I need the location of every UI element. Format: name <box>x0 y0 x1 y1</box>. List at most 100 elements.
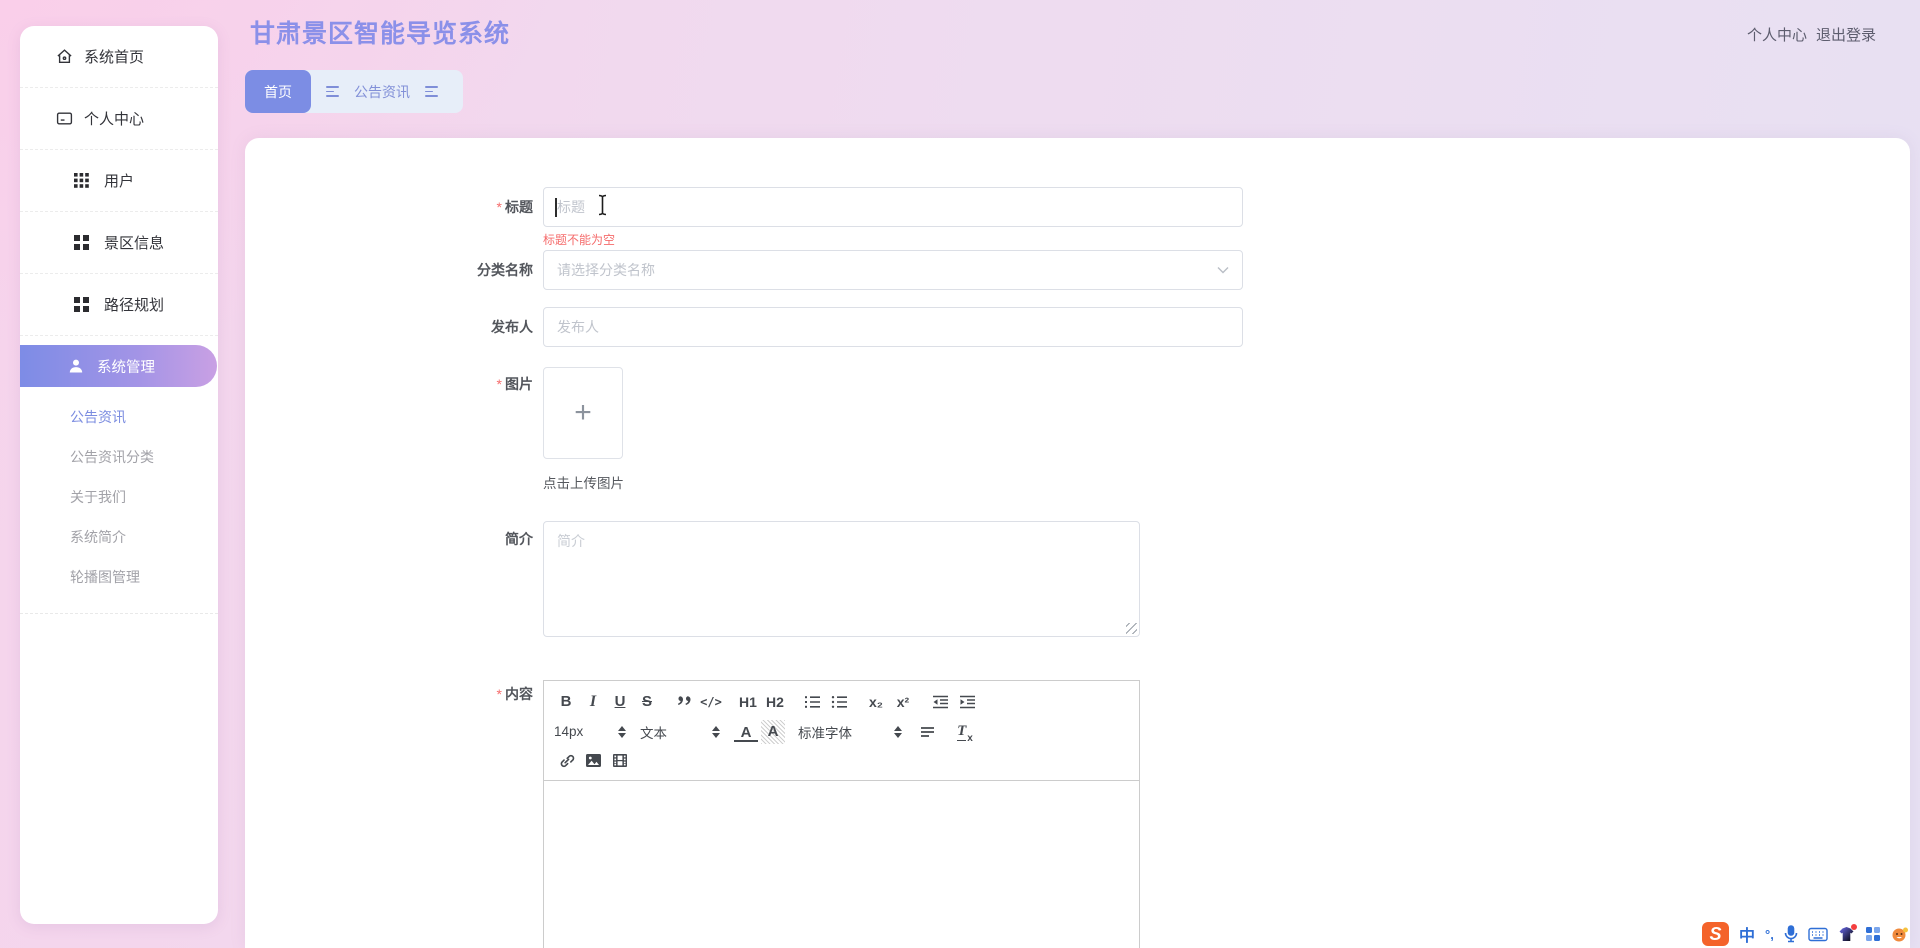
textarea-resize-handle[interactable] <box>1126 623 1137 634</box>
title-field-label: * 标题 <box>496 199 533 215</box>
link-icon <box>560 754 574 767</box>
ime-toolbar: S 中 °, <box>1702 920 1909 948</box>
sidebar-item-label: 用户 <box>104 173 135 190</box>
font-family-picker[interactable]: 标准字体 <box>798 722 902 742</box>
tab-announcements[interactable]: 公告资讯 <box>354 82 410 102</box>
image-field-label: * 图片 <box>496 376 533 392</box>
italic-button[interactable]: I <box>581 690 605 714</box>
intro-textarea[interactable] <box>543 521 1140 637</box>
bullet-list-icon <box>831 695 847 708</box>
sidebar-item-label: 系统首页 <box>84 49 145 66</box>
content-panel: *标题 标题不能为空 分类名称 请选择分类名称 发布人 *图片 + 点击上传图片… <box>245 138 1910 948</box>
upload-hint-text: 点击上传图片 <box>543 476 624 491</box>
bold-button[interactable]: B <box>554 690 578 714</box>
header-links: 个人中心 退出登录 <box>1747 24 1876 45</box>
page-title: 甘肃景区智能导览系统 <box>250 20 511 48</box>
sidebar-item-system-management[interactable]: 系统管理 <box>20 345 217 387</box>
rich-text-editor: B I U S </> H1 H2 x₂ x² 14px 文本 A A 标准字体… <box>543 680 1140 948</box>
ordered-list-button[interactable] <box>800 690 824 714</box>
user-icon <box>69 359 83 373</box>
heading2-button[interactable]: H2 <box>763 690 787 714</box>
sidebar-item-label: 路径规划 <box>104 297 165 314</box>
updown-icon <box>618 725 626 738</box>
tab-list-icon[interactable] <box>326 86 339 97</box>
image-upload-button[interactable]: + <box>543 367 623 459</box>
indent-button[interactable] <box>955 690 979 714</box>
video-button[interactable] <box>608 749 632 773</box>
sidebar-item-route-planning[interactable]: 路径规划 <box>20 274 218 336</box>
tab-bar: 首页 公告资讯 <box>245 70 463 113</box>
heading1-button[interactable]: H1 <box>736 690 760 714</box>
skin-icon[interactable] <box>1838 924 1857 942</box>
clear-format-button[interactable]: Tx <box>953 720 977 744</box>
sidebar-submenu: 公告资讯 公告资讯分类 关于我们 系统简介 轮播图管理 <box>20 387 218 614</box>
category-select-placeholder: 请选择分类名称 <box>557 262 655 278</box>
sidebar-item-scenic-info[interactable]: 景区信息 <box>20 212 218 274</box>
logout-link[interactable]: 退出登录 <box>1816 24 1876 45</box>
editor-toolbar: B I U S </> H1 H2 x₂ x² 14px 文本 A A 标准字体… <box>544 681 1139 781</box>
sidebar-item-profile[interactable]: 个人中心 <box>20 88 218 150</box>
image-button[interactable] <box>581 749 605 773</box>
subscript-button[interactable]: x₂ <box>864 690 888 714</box>
text-style-picker[interactable]: 文本 <box>640 722 720 742</box>
sidebar-item-label: 系统管理 <box>97 359 155 376</box>
required-asterisk: * <box>496 686 502 702</box>
bullet-list-button[interactable] <box>827 690 851 714</box>
text-color-button[interactable]: A <box>734 722 758 742</box>
grid-four-icon <box>74 297 89 312</box>
sidebar: 系统首页 个人中心 用户 景区信息 路径规划 系统管理 公告资讯 公告资讯分类 … <box>20 26 218 924</box>
ime-punctuation-toggle[interactable]: °, <box>1765 927 1774 942</box>
submenu-item-about-us[interactable]: 关于我们 <box>20 477 218 517</box>
strikethrough-button[interactable]: S <box>635 690 659 714</box>
category-select[interactable]: 请选择分类名称 <box>543 250 1243 290</box>
plus-icon: + <box>574 396 592 429</box>
sidebar-item-home[interactable]: 系统首页 <box>20 26 218 88</box>
blockquote-button[interactable] <box>672 690 696 714</box>
title-input[interactable] <box>543 187 1243 227</box>
link-button[interactable] <box>554 749 578 773</box>
tab-list-icon[interactable] <box>425 86 438 97</box>
updown-icon <box>712 725 720 738</box>
background-color-button[interactable]: A <box>761 719 785 744</box>
superscript-button[interactable]: x² <box>891 690 915 714</box>
ordered-list-icon <box>804 695 820 708</box>
editor-content-area[interactable] <box>544 781 1139 948</box>
submenu-item-announcement-categories[interactable]: 公告资讯分类 <box>20 437 218 477</box>
home-icon <box>57 49 72 64</box>
chevron-down-icon <box>1217 267 1229 274</box>
underline-button[interactable]: U <box>608 690 632 714</box>
ime-language-toggle[interactable]: 中 <box>1739 922 1755 946</box>
image-icon <box>585 754 601 767</box>
sidebar-item-users[interactable]: 用户 <box>20 150 218 212</box>
outdent-button[interactable] <box>928 690 952 714</box>
tab-home[interactable]: 首页 <box>245 70 311 113</box>
microphone-icon[interactable] <box>1784 925 1798 943</box>
required-asterisk: * <box>496 199 502 215</box>
profile-link[interactable]: 个人中心 <box>1747 24 1807 45</box>
updown-icon <box>894 725 902 738</box>
required-asterisk: * <box>496 376 502 392</box>
outdent-icon <box>932 695 948 708</box>
video-icon <box>613 754 627 767</box>
submenu-item-announcements[interactable]: 公告资讯 <box>20 397 218 437</box>
content-field-label: * 内容 <box>496 686 533 702</box>
card-icon <box>56 112 73 125</box>
category-field-label: 分类名称 <box>477 262 533 278</box>
indent-icon <box>959 695 975 708</box>
emoji-icon[interactable] <box>1891 926 1909 942</box>
submenu-item-system-intro[interactable]: 系统简介 <box>20 517 218 557</box>
keyboard-icon[interactable] <box>1808 927 1828 942</box>
sogou-logo-icon[interactable]: S <box>1702 922 1729 946</box>
publisher-input[interactable] <box>543 307 1243 347</box>
quote-icon <box>677 696 691 705</box>
ibeam-cursor <box>598 194 607 216</box>
sidebar-item-label: 个人中心 <box>84 111 145 128</box>
publisher-field-label: 发布人 <box>491 319 533 335</box>
title-error-message: 标题不能为空 <box>543 233 616 247</box>
font-size-picker[interactable]: 14px <box>554 724 626 739</box>
code-button[interactable]: </> <box>699 690 723 714</box>
align-icon <box>921 726 934 737</box>
align-button[interactable] <box>916 720 940 744</box>
toolbox-grid-icon[interactable] <box>1865 926 1881 942</box>
submenu-item-carousel-management[interactable]: 轮播图管理 <box>20 557 218 597</box>
